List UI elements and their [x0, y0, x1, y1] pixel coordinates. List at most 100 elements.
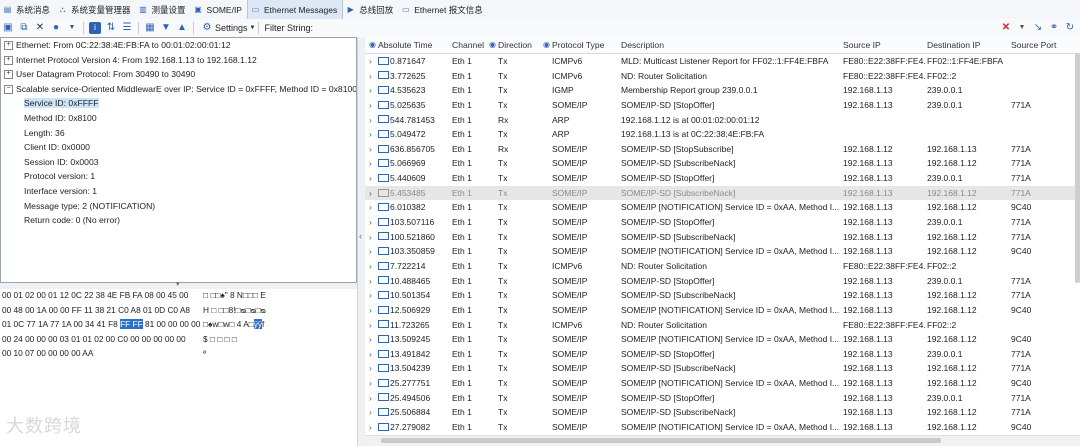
expand-row-icon[interactable]: ›	[369, 405, 372, 420]
expand-row-icon[interactable]: ›	[369, 69, 372, 84]
expand-row-icon[interactable]: ›	[369, 288, 372, 303]
save-icon[interactable]: ▣	[2, 22, 14, 34]
link-icon[interactable]: ⚭	[1048, 22, 1060, 34]
expand-row-icon[interactable]: ›	[369, 186, 372, 201]
table-row[interactable]: › 4.535623 Eth 1 Tx IGMP Membership Report gr…	[365, 83, 1080, 98]
copy-icon[interactable]: ⧉	[18, 22, 30, 34]
tree-field[interactable]: Client ID: 0x0000	[1, 140, 356, 155]
sort-icon[interactable]: ⇅	[105, 22, 117, 34]
vertical-scrollbar[interactable]	[1075, 53, 1080, 283]
tree-field[interactable]: Interface version: 1	[1, 184, 356, 199]
table-row[interactable]: › 5.453485 Eth 1 Tx SOME/IP SOME/IP-SD [Subsc…	[365, 185, 1080, 201]
expand-row-icon[interactable]: ›	[369, 420, 372, 435]
expand-row-icon[interactable]: ›	[369, 230, 372, 245]
tree-node[interactable]: + User Datagram Protocol: From 30490 to 3…	[1, 67, 356, 82]
table-row[interactable]: › 0.871647 Eth 1 Tx ICMPv6 MLD: Multicast Lis…	[365, 54, 1080, 69]
expand-row-icon[interactable]: ›	[369, 318, 372, 333]
tree-field[interactable]: Method ID: 0x8100	[1, 111, 356, 126]
table-row[interactable]: › 27.279082 Eth 1 Tx SOME/IP SOME/IP [NOTIFIC…	[365, 420, 1080, 435]
col-destination-ip-header[interactable]: Destination IP	[927, 37, 1009, 53]
refresh-icon[interactable]: ↻	[1064, 22, 1076, 34]
expand-row-icon[interactable]: ›	[369, 303, 372, 318]
arrow-up-icon[interactable]: ▲	[176, 22, 188, 34]
tab-ethernet-info[interactable]: ▭ Ethernet 报文信息	[398, 0, 488, 19]
table-row[interactable]: › 25.277751 Eth 1 Tx SOME/IP SOME/IP [NOTIFIC…	[365, 376, 1080, 391]
table-row[interactable]: › 10.488465 Eth 1 Tx SOME/IP SOME/IP-SD [Stop…	[365, 274, 1080, 289]
tab-settings[interactable]: ▥ 测量设置	[136, 0, 191, 19]
dropdown-icon[interactable]: ▼	[66, 22, 78, 34]
table-row[interactable]: › 5.049472 Eth 1 Tx ARP 192.168.1.13 is at 0C…	[365, 127, 1080, 142]
table-row[interactable]: › 100.521860 Eth 1 Tx SOME/IP SOME/IP-SD [Sub…	[365, 230, 1080, 245]
table-row[interactable]: › 11.723265 Eth 1 Tx ICMPv6 ND: Router Solici…	[365, 318, 1080, 333]
col-protocol-type-header[interactable]: Protocol Type	[552, 37, 618, 53]
expand-row-icon[interactable]: ›	[369, 244, 372, 259]
tree-field[interactable]: Length: 36	[1, 126, 356, 141]
expand-row-icon[interactable]: ›	[369, 391, 372, 406]
arrow-down-icon[interactable]: ▼	[160, 22, 172, 34]
expand-icon[interactable]: +	[4, 41, 13, 51]
table-row[interactable]: › 3.772625 Eth 1 Tx ICMPv6 ND: Router Solicit…	[365, 69, 1080, 84]
grid-icon[interactable]: ▦	[144, 22, 156, 34]
table-row[interactable]: › 103.507116 Eth 1 Tx SOME/IP SOME/IP-SD [Sto…	[365, 215, 1080, 230]
col-absolute-time-header[interactable]: Absolute Time	[378, 37, 448, 53]
col-source-port-header[interactable]: Source Port	[1011, 37, 1071, 53]
table-row[interactable]: › 5.066969 Eth 1 Tx SOME/IP SOME/IP-SD [Subsc…	[365, 156, 1080, 171]
tree-node[interactable]: − Scalable service-Oriented MiddlewarE ov…	[1, 82, 356, 97]
expand-icon[interactable]: +	[4, 55, 13, 65]
info-icon[interactable]: i	[89, 22, 101, 34]
table-row[interactable]: › 12.506929 Eth 1 Tx SOME/IP SOME/IP [NOTIFIC…	[365, 303, 1080, 318]
expand-row-icon[interactable]: ›	[369, 171, 372, 186]
tree-field[interactable]: Service ID: 0xFFFF	[1, 96, 356, 111]
expand-row-icon[interactable]: ›	[369, 361, 372, 376]
table-row[interactable]: › 5.025635 Eth 1 Tx SOME/IP SOME/IP-SD [StopO…	[365, 98, 1080, 113]
expand-row-icon[interactable]: ›	[369, 347, 372, 362]
expand-row-icon[interactable]: ›	[369, 113, 372, 128]
tree-field[interactable]: Message type: 2 (NOTIFICATION)	[1, 199, 356, 214]
clear-filter-icon[interactable]: ✕	[1000, 22, 1012, 34]
apply-filter-icon[interactable]: ↘	[1032, 22, 1044, 34]
table-row[interactable]: › 13.491842 Eth 1 Tx SOME/IP SOME/IP-SD [Stop…	[365, 347, 1080, 362]
expand-row-icon[interactable]: ›	[369, 142, 372, 157]
table-row[interactable]: › 103.350859 Eth 1 Tx SOME/IP SOME/IP [NOTIFI…	[365, 244, 1080, 259]
tab-message[interactable]: ▤ 系统消息	[0, 0, 55, 19]
filter-input[interactable]	[305, 21, 989, 35]
horizontal-scrollbar[interactable]	[365, 435, 1080, 446]
col-source-ip-header[interactable]: Source IP	[843, 37, 925, 53]
expand-row-icon[interactable]: ›	[369, 83, 372, 98]
tab-replay[interactable]: ▶ 总线回放	[343, 0, 398, 19]
tab-variable[interactable]: ⛬ 系统变量管理器	[55, 0, 136, 19]
expand-row-icon[interactable]: ›	[369, 274, 372, 289]
expand-icon[interactable]: +	[4, 70, 13, 80]
expand-row-icon[interactable]: ›	[369, 156, 372, 171]
table-row[interactable]: › 7.722214 Eth 1 Tx ICMPv6 ND: Router Solicit…	[365, 259, 1080, 274]
stop-icon[interactable]: ●	[50, 22, 62, 34]
table-row[interactable]: › 6.010382 Eth 1 Tx SOME/IP SOME/IP [NOTIFICA…	[365, 200, 1080, 215]
dropdown-icon[interactable]: ▼	[1016, 22, 1028, 34]
col-description-header[interactable]: Description	[621, 37, 839, 53]
table-row[interactable]: › 5.440609 Eth 1 Tx SOME/IP SOME/IP-SD [StopO…	[365, 171, 1080, 186]
expand-row-icon[interactable]: ›	[369, 376, 372, 391]
expand-row-icon[interactable]: ›	[369, 215, 372, 230]
tree-node[interactable]: + Ethernet: From 0C:22:38:4E:FB:FA to 00:…	[1, 38, 356, 53]
tree-node[interactable]: + Internet Protocol Version 4: From 192.1…	[1, 53, 356, 68]
scrollbar-thumb[interactable]	[381, 438, 941, 443]
expand-row-icon[interactable]: ›	[369, 127, 372, 142]
tree-field[interactable]: Session ID: 0x0003	[1, 155, 356, 170]
expand-row-icon[interactable]: ›	[369, 332, 372, 347]
table-row[interactable]: › 13.504239 Eth 1 Tx SOME/IP SOME/IP-SD [Subs…	[365, 361, 1080, 376]
tree-field[interactable]: Protocol version: 1	[1, 169, 356, 184]
expand-row-icon[interactable]: ›	[369, 259, 372, 274]
table-row[interactable]: › 544.781453 Eth 1 Rx ARP 192.168.1.12 is at …	[365, 113, 1080, 128]
tree-field[interactable]: Return code: 0 (No error)	[1, 213, 356, 228]
delete-icon[interactable]: ✕	[34, 22, 46, 34]
table-row[interactable]: › 25.494506 Eth 1 Tx SOME/IP SOME/IP-SD [Stop…	[365, 391, 1080, 406]
expand-row-icon[interactable]: ›	[369, 200, 372, 215]
expand-row-icon[interactable]: ›	[369, 98, 372, 113]
settings-button[interactable]: ⚙ Settings ▼	[199, 22, 256, 34]
table-row[interactable]: › 636.856705 Eth 1 Rx SOME/IP SOME/IP-SD [Sto…	[365, 142, 1080, 157]
table-row[interactable]: › 10.501354 Eth 1 Tx SOME/IP SOME/IP-SD [Subs…	[365, 288, 1080, 303]
collapse-icon[interactable]: −	[4, 85, 13, 95]
table-row[interactable]: › 25.506884 Eth 1 Tx SOME/IP SOME/IP-SD [Subs…	[365, 405, 1080, 420]
table-row[interactable]: › 13.509245 Eth 1 Tx SOME/IP SOME/IP [NOTIFIC…	[365, 332, 1080, 347]
tab-someip[interactable]: ▣ SOME/IP	[191, 0, 247, 19]
